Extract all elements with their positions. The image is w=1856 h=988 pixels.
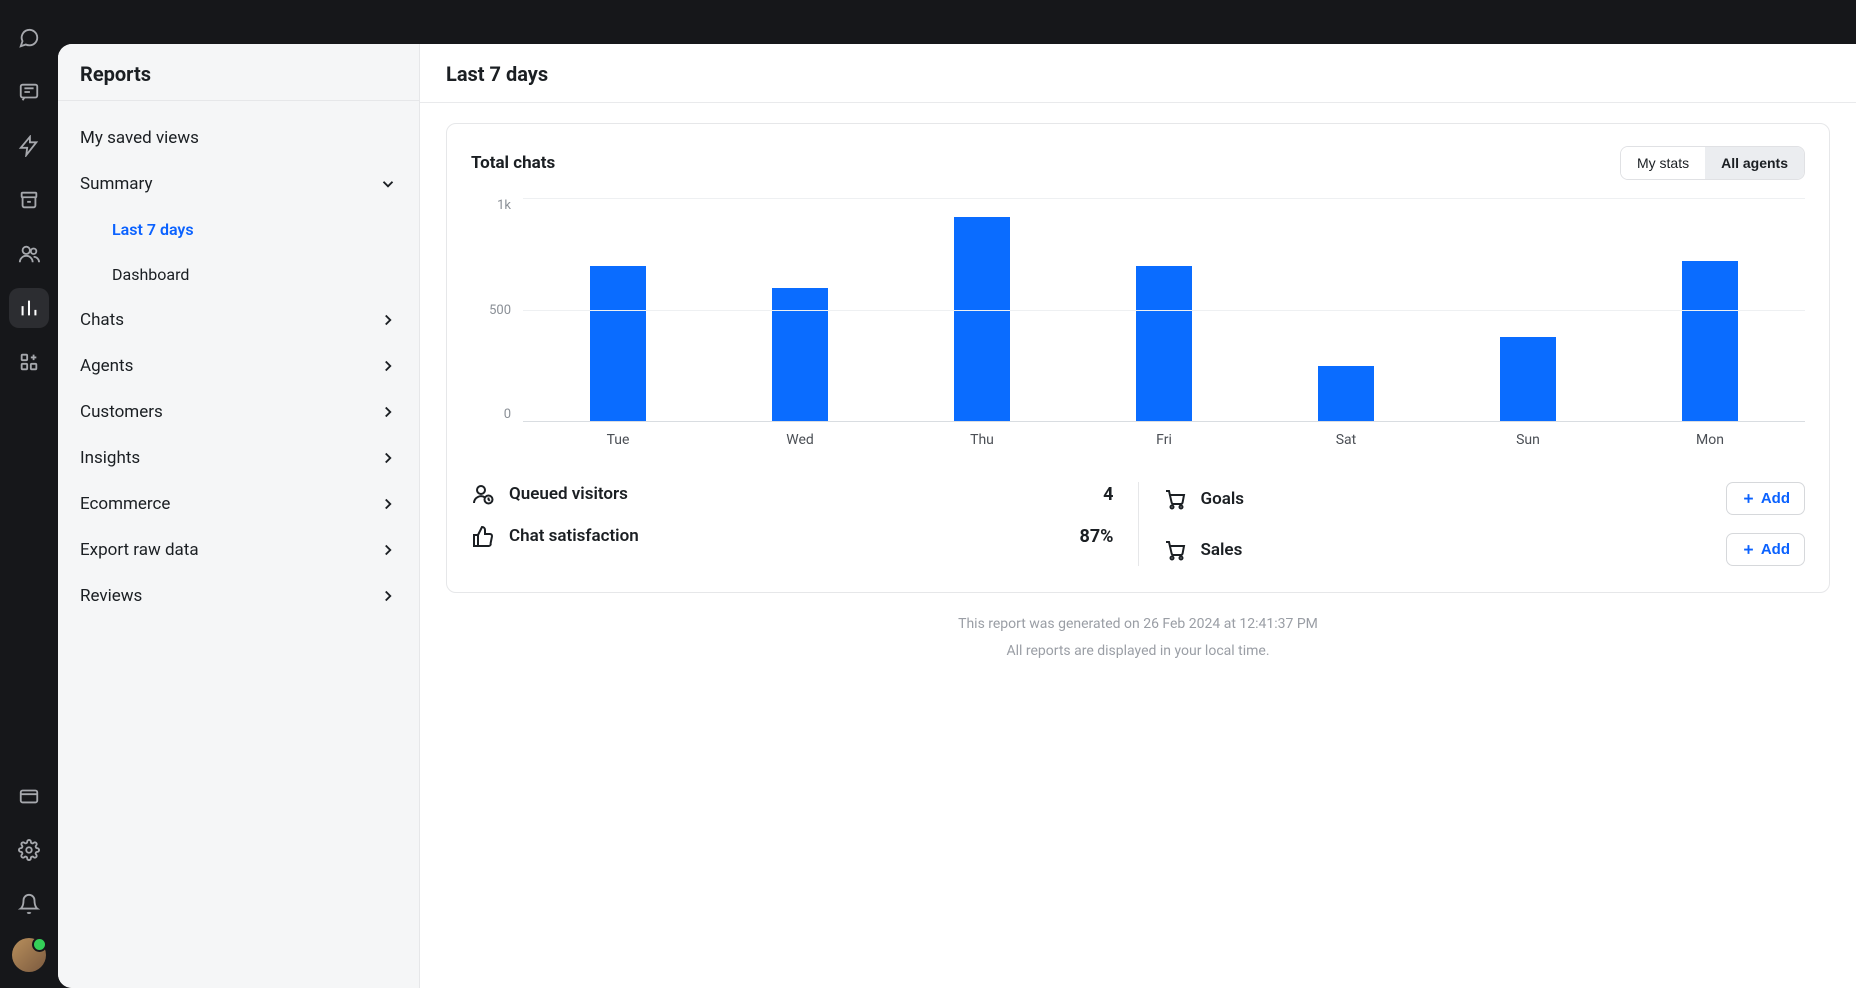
xtick: Tue: [590, 432, 646, 448]
chart-bar[interactable]: [1136, 266, 1192, 421]
chart-xaxis: Tue Wed Thu Fri Sat Sun Mon: [523, 422, 1805, 448]
sidebar-item-insights[interactable]: Insights: [58, 435, 419, 481]
rail-chat-icon[interactable]: [9, 18, 49, 58]
report-footer: This report was generated on 26 Feb 2024…: [446, 593, 1830, 668]
sidebar-item-ecommerce[interactable]: Ecommerce: [58, 481, 419, 527]
add-label: Add: [1761, 541, 1790, 558]
chevron-right-icon: [379, 541, 397, 559]
sidebar-item-label: Ecommerce: [80, 494, 170, 514]
ytick: 0: [471, 407, 511, 422]
rail-apps-icon[interactable]: [9, 342, 49, 382]
main-header: Last 7 days: [420, 44, 1856, 103]
sidebar-sub-last7[interactable]: Last 7 days: [58, 207, 419, 252]
chart-bar[interactable]: [590, 266, 646, 421]
sidebar-saved-views[interactable]: My saved views: [58, 115, 419, 161]
add-label: Add: [1761, 490, 1790, 507]
rail-notifications-icon[interactable]: [9, 884, 49, 924]
sidebar-item-customers[interactable]: Customers: [58, 389, 419, 435]
sidebar-item-chats[interactable]: Chats: [58, 297, 419, 343]
chart-bar[interactable]: [954, 217, 1010, 421]
sidebar-item-label: Reviews: [80, 586, 142, 606]
page-title: Last 7 days: [446, 62, 1830, 86]
seg-all-agents[interactable]: All agents: [1705, 147, 1804, 179]
xtick: Sun: [1500, 432, 1556, 448]
xtick: Fri: [1136, 432, 1192, 448]
sidebar-title: Reports: [80, 62, 397, 86]
chevron-right-icon: [379, 449, 397, 467]
stat-label: Queued visitors: [509, 484, 1089, 504]
sidebar-header: Reports: [58, 44, 419, 101]
stats-scope-toggle: My stats All agents: [1620, 146, 1805, 180]
stat-label: Chat satisfaction: [509, 526, 1066, 546]
sidebar-item-label: Customers: [80, 402, 163, 422]
rail-inbox-icon[interactable]: [9, 72, 49, 112]
sidebar-sub-dashboard[interactable]: Dashboard: [58, 252, 419, 297]
chevron-right-icon: [379, 587, 397, 605]
stat-value: 4: [1103, 484, 1113, 505]
add-sales-button[interactable]: Add: [1726, 533, 1805, 566]
xtick: Mon: [1682, 432, 1738, 448]
stat-value: 87%: [1080, 526, 1114, 547]
card-title: Total chats: [471, 153, 555, 173]
rail-automation-icon[interactable]: [9, 126, 49, 166]
total-chats-chart: 1k 500 0 Tue Wed Thu Fri Sat Sun Mon: [471, 190, 1805, 448]
ytick: 500: [471, 303, 511, 318]
queued-visitors-icon: [471, 482, 495, 506]
sidebar-item-label: Export raw data: [80, 540, 199, 560]
rail-settings-icon[interactable]: [9, 830, 49, 870]
rail-archive-icon[interactable]: [9, 180, 49, 220]
chart-bars: [523, 198, 1805, 422]
rail-billing-icon[interactable]: [9, 776, 49, 816]
stat-label: Goals: [1201, 489, 1712, 509]
chart-yaxis: 1k 500 0: [471, 198, 511, 422]
sidebar-item-agents[interactable]: Agents: [58, 343, 419, 389]
sidebar-summary-label: Summary: [80, 174, 152, 194]
chart-bar[interactable]: [1318, 366, 1374, 422]
thumbs-up-icon: [471, 524, 495, 548]
stat-goals: Goals Add: [1163, 482, 1806, 515]
main-panel: Last 7 days Total chats My stats All age…: [420, 44, 1856, 988]
sidebar-item-reviews[interactable]: Reviews: [58, 573, 419, 619]
stat-queued: Queued visitors 4: [471, 482, 1114, 506]
footer-timezone: All reports are displayed in your local …: [446, 638, 1830, 665]
rail-reports-icon[interactable]: [9, 288, 49, 328]
chart-bar[interactable]: [1500, 337, 1556, 421]
cart-icon: [1163, 538, 1187, 562]
user-avatar[interactable]: [12, 938, 46, 972]
chevron-right-icon: [379, 357, 397, 375]
plus-icon: [1741, 491, 1756, 506]
ytick: 1k: [471, 198, 511, 213]
stat-csat: Chat satisfaction 87%: [471, 524, 1114, 548]
stat-label: Sales: [1201, 540, 1712, 560]
chevron-right-icon: [379, 495, 397, 513]
seg-my-stats[interactable]: My stats: [1621, 147, 1705, 179]
xtick: Wed: [772, 432, 828, 448]
stats-row: Queued visitors 4 Chat satisfaction 87%: [471, 482, 1805, 566]
chart-bar[interactable]: [1682, 261, 1738, 421]
cart-icon: [1163, 487, 1187, 511]
sidebar-item-label: Insights: [80, 448, 140, 468]
plus-icon: [1741, 542, 1756, 557]
sidebar-item-label: Chats: [80, 310, 124, 330]
sidebar-item-export[interactable]: Export raw data: [58, 527, 419, 573]
xtick: Sat: [1318, 432, 1374, 448]
chart-bar[interactable]: [772, 288, 828, 421]
total-chats-card: Total chats My stats All agents 1k 500 0: [446, 123, 1830, 593]
reports-sidebar: Reports My saved views Summary Last 7 da…: [58, 44, 420, 988]
stat-sales: Sales Add: [1163, 533, 1806, 566]
footer-generated: This report was generated on 26 Feb 2024…: [446, 611, 1830, 638]
chevron-right-icon: [379, 403, 397, 421]
rail-people-icon[interactable]: [9, 234, 49, 274]
sidebar-summary[interactable]: Summary: [58, 161, 419, 207]
chevron-right-icon: [379, 311, 397, 329]
add-goals-button[interactable]: Add: [1726, 482, 1805, 515]
sidebar-item-label: Agents: [80, 356, 133, 376]
chevron-down-icon: [379, 175, 397, 193]
nav-rail: [0, 0, 58, 988]
xtick: Thu: [954, 432, 1010, 448]
